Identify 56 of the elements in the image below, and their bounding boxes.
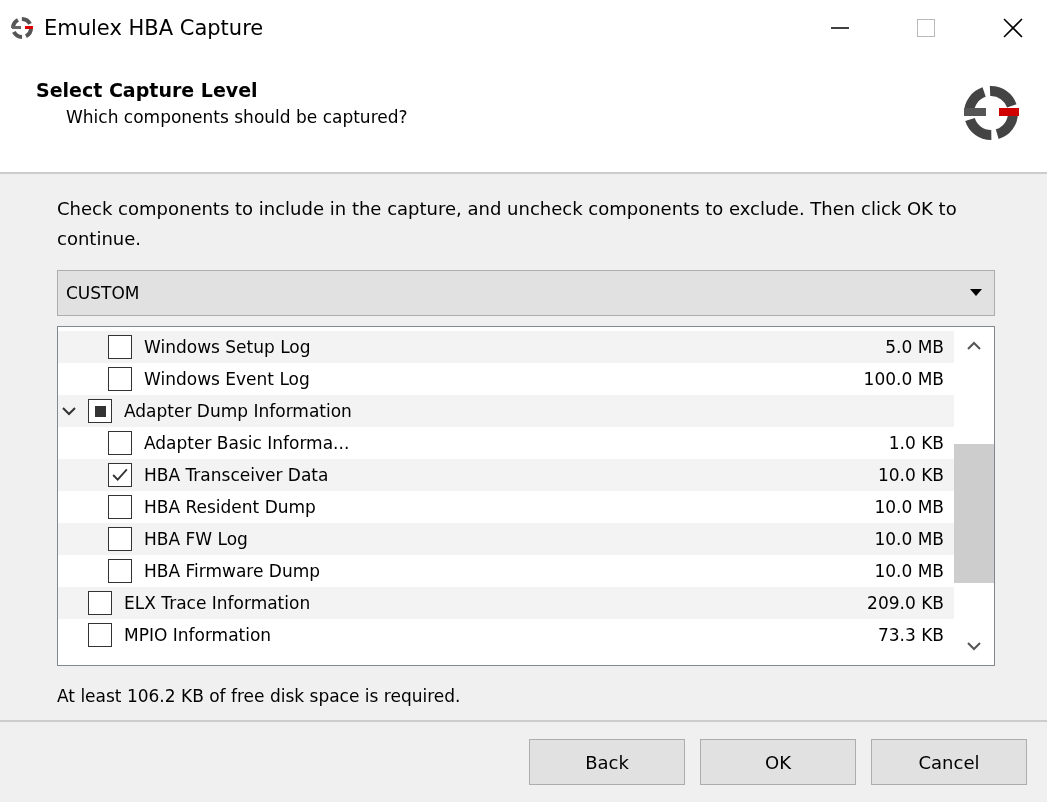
page-subtitle: Which components should be captured? <box>65 106 408 127</box>
close-icon[interactable] <box>1003 18 1023 39</box>
component-label: HBA Firmware Dump <box>144 561 321 582</box>
component-label: HBA FW Log <box>144 529 249 550</box>
dialog-button[interactable]: Back <box>529 739 685 786</box>
checkbox[interactable] <box>108 495 132 520</box>
dialog-button[interactable]: Cancel <box>871 739 1027 786</box>
component-label: MPIO Information <box>124 625 273 646</box>
checkbox[interactable] <box>88 399 112 424</box>
chevron-icon[interactable] <box>62 406 76 417</box>
component-row[interactable]: HBA Transceiver Data 10.0 KB <box>58 459 954 492</box>
dialog-button[interactable]: OK <box>700 739 856 786</box>
scroll-thumb[interactable] <box>954 443 994 584</box>
checkbox[interactable] <box>88 591 112 616</box>
disk-space-note: At least 106.2 KB of free disk space is required. <box>57 686 462 707</box>
instructions-text: Check components to include in the capture, and uncheck components to exclude. Then click OK to continue. <box>57 197 958 252</box>
component-row[interactable]: Adapter Basic Informa... 1.0 KB <box>58 427 954 460</box>
check-icon <box>112 468 128 483</box>
component-label: HBA Transceiver Data <box>144 465 330 486</box>
checkbox[interactable] <box>108 527 132 552</box>
component-size: 1.0 KB <box>888 433 944 454</box>
component-label: HBA Resident Dump <box>144 497 317 518</box>
component-label: Adapter Basic Informa... <box>144 433 351 454</box>
component-size: 10.0 KB <box>877 465 944 486</box>
window-title: Emulex HBA Capture <box>44 16 265 41</box>
scroll-down-icon[interactable] <box>967 641 981 652</box>
component-row[interactable]: MPIO Information 73.3 KB <box>58 619 954 652</box>
component-size: 10.0 MB <box>874 497 944 518</box>
checkbox[interactable] <box>108 335 132 360</box>
checkbox[interactable] <box>108 431 132 456</box>
component-size: 10.0 MB <box>874 529 944 550</box>
capture-level-dropdown[interactable]: CUSTOM <box>57 270 995 317</box>
component-label: Windows Event Log <box>144 369 311 390</box>
checkbox[interactable] <box>108 559 132 584</box>
page-title: Select Capture Level <box>36 78 259 101</box>
component-row[interactable]: ELX Trace Information 209.0 KB <box>58 587 954 620</box>
component-row[interactable]: HBA Resident Dump 10.0 MB <box>58 491 954 524</box>
component-label: Windows Setup Log <box>144 337 312 358</box>
checkbox[interactable] <box>88 623 112 648</box>
component-size: 10.0 MB <box>874 561 944 582</box>
component-row[interactable]: Adapter Dump Information <box>58 395 954 428</box>
component-size: 5.0 MB <box>885 337 944 358</box>
component-row[interactable]: Windows Event Log 100.0 MB <box>58 363 954 396</box>
component-size: 209.0 KB <box>867 593 944 614</box>
component-size: 73.3 KB <box>877 625 944 646</box>
checkbox[interactable] <box>108 463 132 488</box>
component-label: ELX Trace Information <box>124 593 312 614</box>
scroll-up-icon[interactable] <box>967 341 981 352</box>
component-size: 100.0 MB <box>863 369 944 390</box>
component-row[interactable]: HBA FW Log 10.0 MB <box>58 523 954 556</box>
app-logo-icon <box>10 16 34 41</box>
checkbox[interactable] <box>108 367 132 392</box>
caret-icon <box>970 289 982 298</box>
component-row[interactable]: HBA Firmware Dump 10.0 MB <box>58 555 954 588</box>
component-label: Adapter Dump Information <box>124 401 353 422</box>
component-row[interactable]: Windows Setup Log 5.0 MB <box>58 331 954 364</box>
